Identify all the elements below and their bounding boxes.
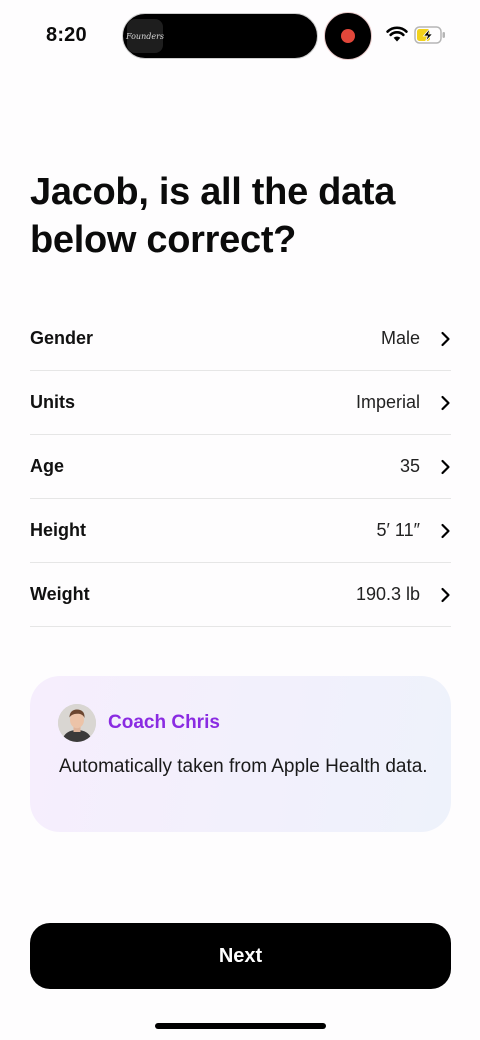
gender-value: Male xyxy=(380,328,420,348)
next-button[interactable]: Next xyxy=(30,923,451,989)
gender-label: Gender xyxy=(30,328,94,348)
status-time: 8:20 xyxy=(46,24,87,46)
battery-charging-icon xyxy=(414,26,445,44)
profile-data-list: Gender Male Units Imperial Age 35 Height… xyxy=(30,307,451,627)
units-row[interactable]: Units Imperial xyxy=(30,371,451,435)
home-indicator[interactable] xyxy=(155,1023,326,1029)
page-title: Jacob, is all the data below correct? xyxy=(30,171,396,261)
age-label: Age xyxy=(30,456,65,476)
coach-name: Coach Chris xyxy=(108,712,220,733)
chevron-right-icon xyxy=(441,395,450,410)
coach-tip-card: Coach Chris Automatically taken from App… xyxy=(30,676,451,832)
coach-avatar-icon xyxy=(58,704,96,742)
units-value: Imperial xyxy=(355,392,420,412)
gender-value-group: Male xyxy=(381,328,451,349)
coach-message: Automatically taken from Apple Health da… xyxy=(59,756,428,777)
height-value-group: 5′ 11″ xyxy=(377,520,451,541)
height-row[interactable]: Height 5′ 11″ xyxy=(30,499,451,563)
height-label: Height xyxy=(30,520,86,540)
weight-value: 190.3 lb xyxy=(355,584,420,604)
weight-row[interactable]: Weight 190.3 lb xyxy=(30,563,451,627)
age-row[interactable]: Age 35 xyxy=(30,435,451,499)
height-value: 5′ 11″ xyxy=(376,520,420,540)
chevron-right-icon xyxy=(441,459,450,474)
age-value: 35 xyxy=(399,456,420,476)
age-value-group: 35 xyxy=(400,456,451,477)
coach-avatar xyxy=(58,704,96,742)
screen-recording-indicator[interactable] xyxy=(324,12,372,60)
wifi-icon xyxy=(386,26,408,42)
chevron-right-icon xyxy=(441,587,450,602)
gender-row[interactable]: Gender Male xyxy=(30,307,451,371)
weight-value-group: 190.3 lb xyxy=(356,584,451,605)
units-label: Units xyxy=(30,392,75,412)
now-playing-thumbnail: Founders xyxy=(126,19,164,53)
chevron-right-icon xyxy=(441,331,450,346)
record-dot-icon xyxy=(341,29,355,43)
status-bar: 8:20 Founders xyxy=(0,0,480,72)
weight-label: Weight xyxy=(30,584,90,604)
chevron-right-icon xyxy=(441,523,450,538)
units-value-group: Imperial xyxy=(356,392,451,413)
dynamic-island[interactable]: Founders xyxy=(122,13,318,59)
